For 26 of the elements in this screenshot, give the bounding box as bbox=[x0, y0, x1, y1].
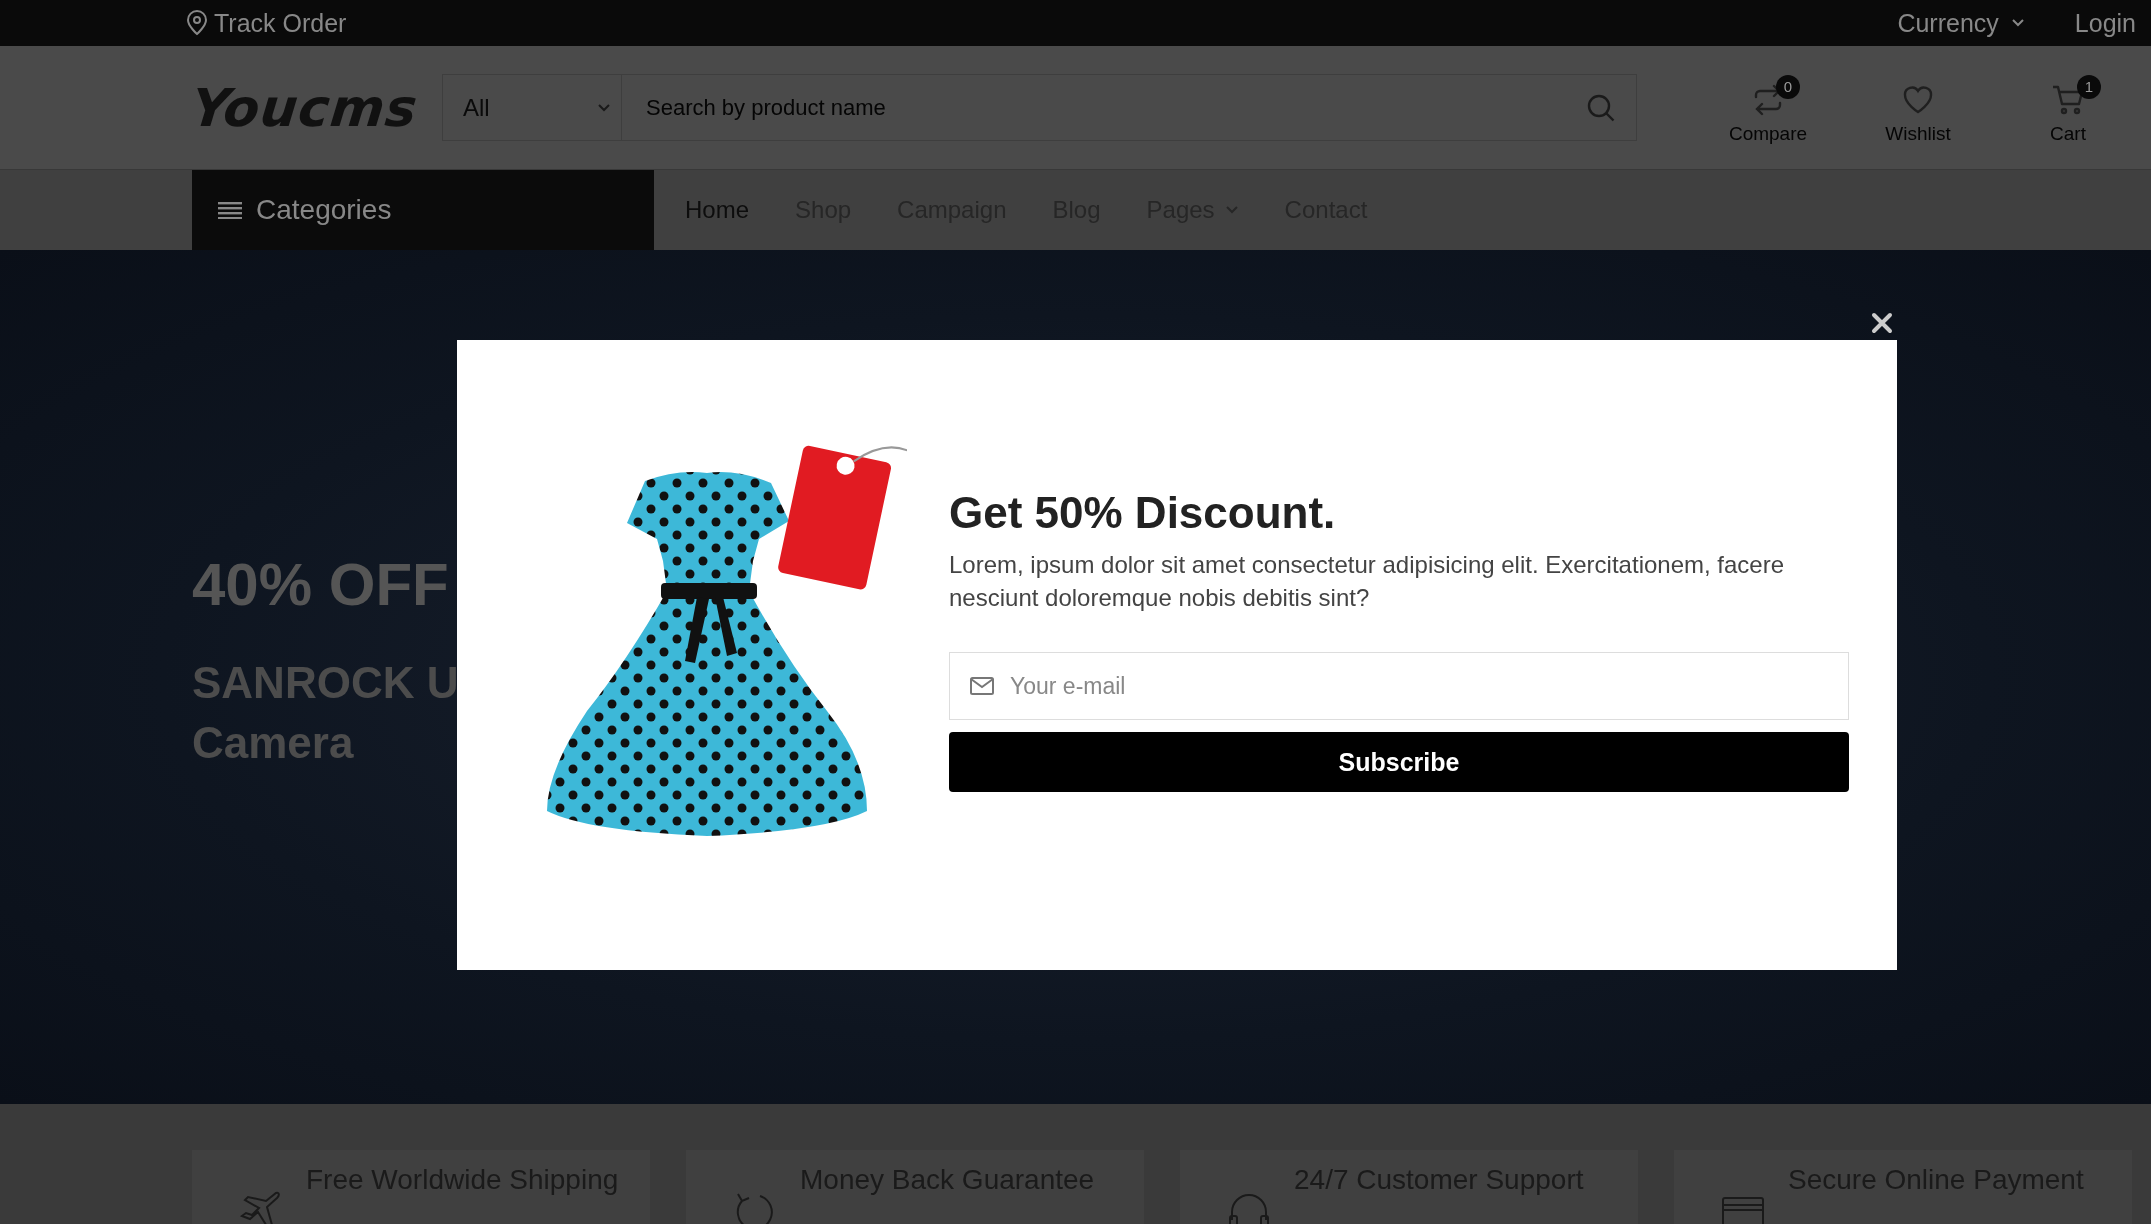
location-pin-icon bbox=[186, 10, 208, 36]
menu-icon bbox=[218, 201, 242, 219]
count-badge: 0 bbox=[1776, 74, 1800, 99]
category-select[interactable]: All bbox=[442, 74, 622, 141]
envelope-icon bbox=[970, 677, 994, 695]
hero-subtitle: Camera bbox=[192, 717, 354, 769]
categories-button[interactable]: Categories bbox=[192, 170, 654, 250]
track-order-link[interactable]: Track Order bbox=[214, 10, 347, 36]
chevron-down-icon bbox=[597, 102, 611, 113]
cart-button[interactable]: 1 Cart bbox=[1993, 70, 2143, 145]
hero-headline: 40% OFF bbox=[192, 550, 449, 619]
count-badge: 1 bbox=[2077, 74, 2101, 99]
login-link[interactable]: Login bbox=[2074, 10, 2136, 36]
wishlist-button[interactable]: Wishlist bbox=[1843, 70, 1993, 145]
hero-subtitle: SANROCK U bbox=[192, 657, 459, 709]
heart-icon bbox=[1902, 84, 1934, 115]
modal-title: Get 50% Discount. bbox=[949, 488, 1337, 538]
close-button[interactable] bbox=[1869, 310, 1895, 336]
chevron-down-icon bbox=[2010, 18, 2025, 28]
search-icon bbox=[1586, 92, 1616, 123]
currency-dropdown[interactable]: Currency bbox=[1897, 10, 1999, 36]
modal-description: Lorem, ipsum dolor sit amet consectetur adipisicing elit. Exercitationem, facere nesciunt doloremque nobis debitis sint? bbox=[949, 550, 1786, 613]
cart-icon bbox=[2051, 83, 2085, 116]
swap-arrows-icon bbox=[1752, 83, 1784, 116]
subscribe-button[interactable]: Subscribe bbox=[949, 732, 1849, 792]
compare-button[interactable]: 0 Compare bbox=[1693, 70, 1843, 145]
